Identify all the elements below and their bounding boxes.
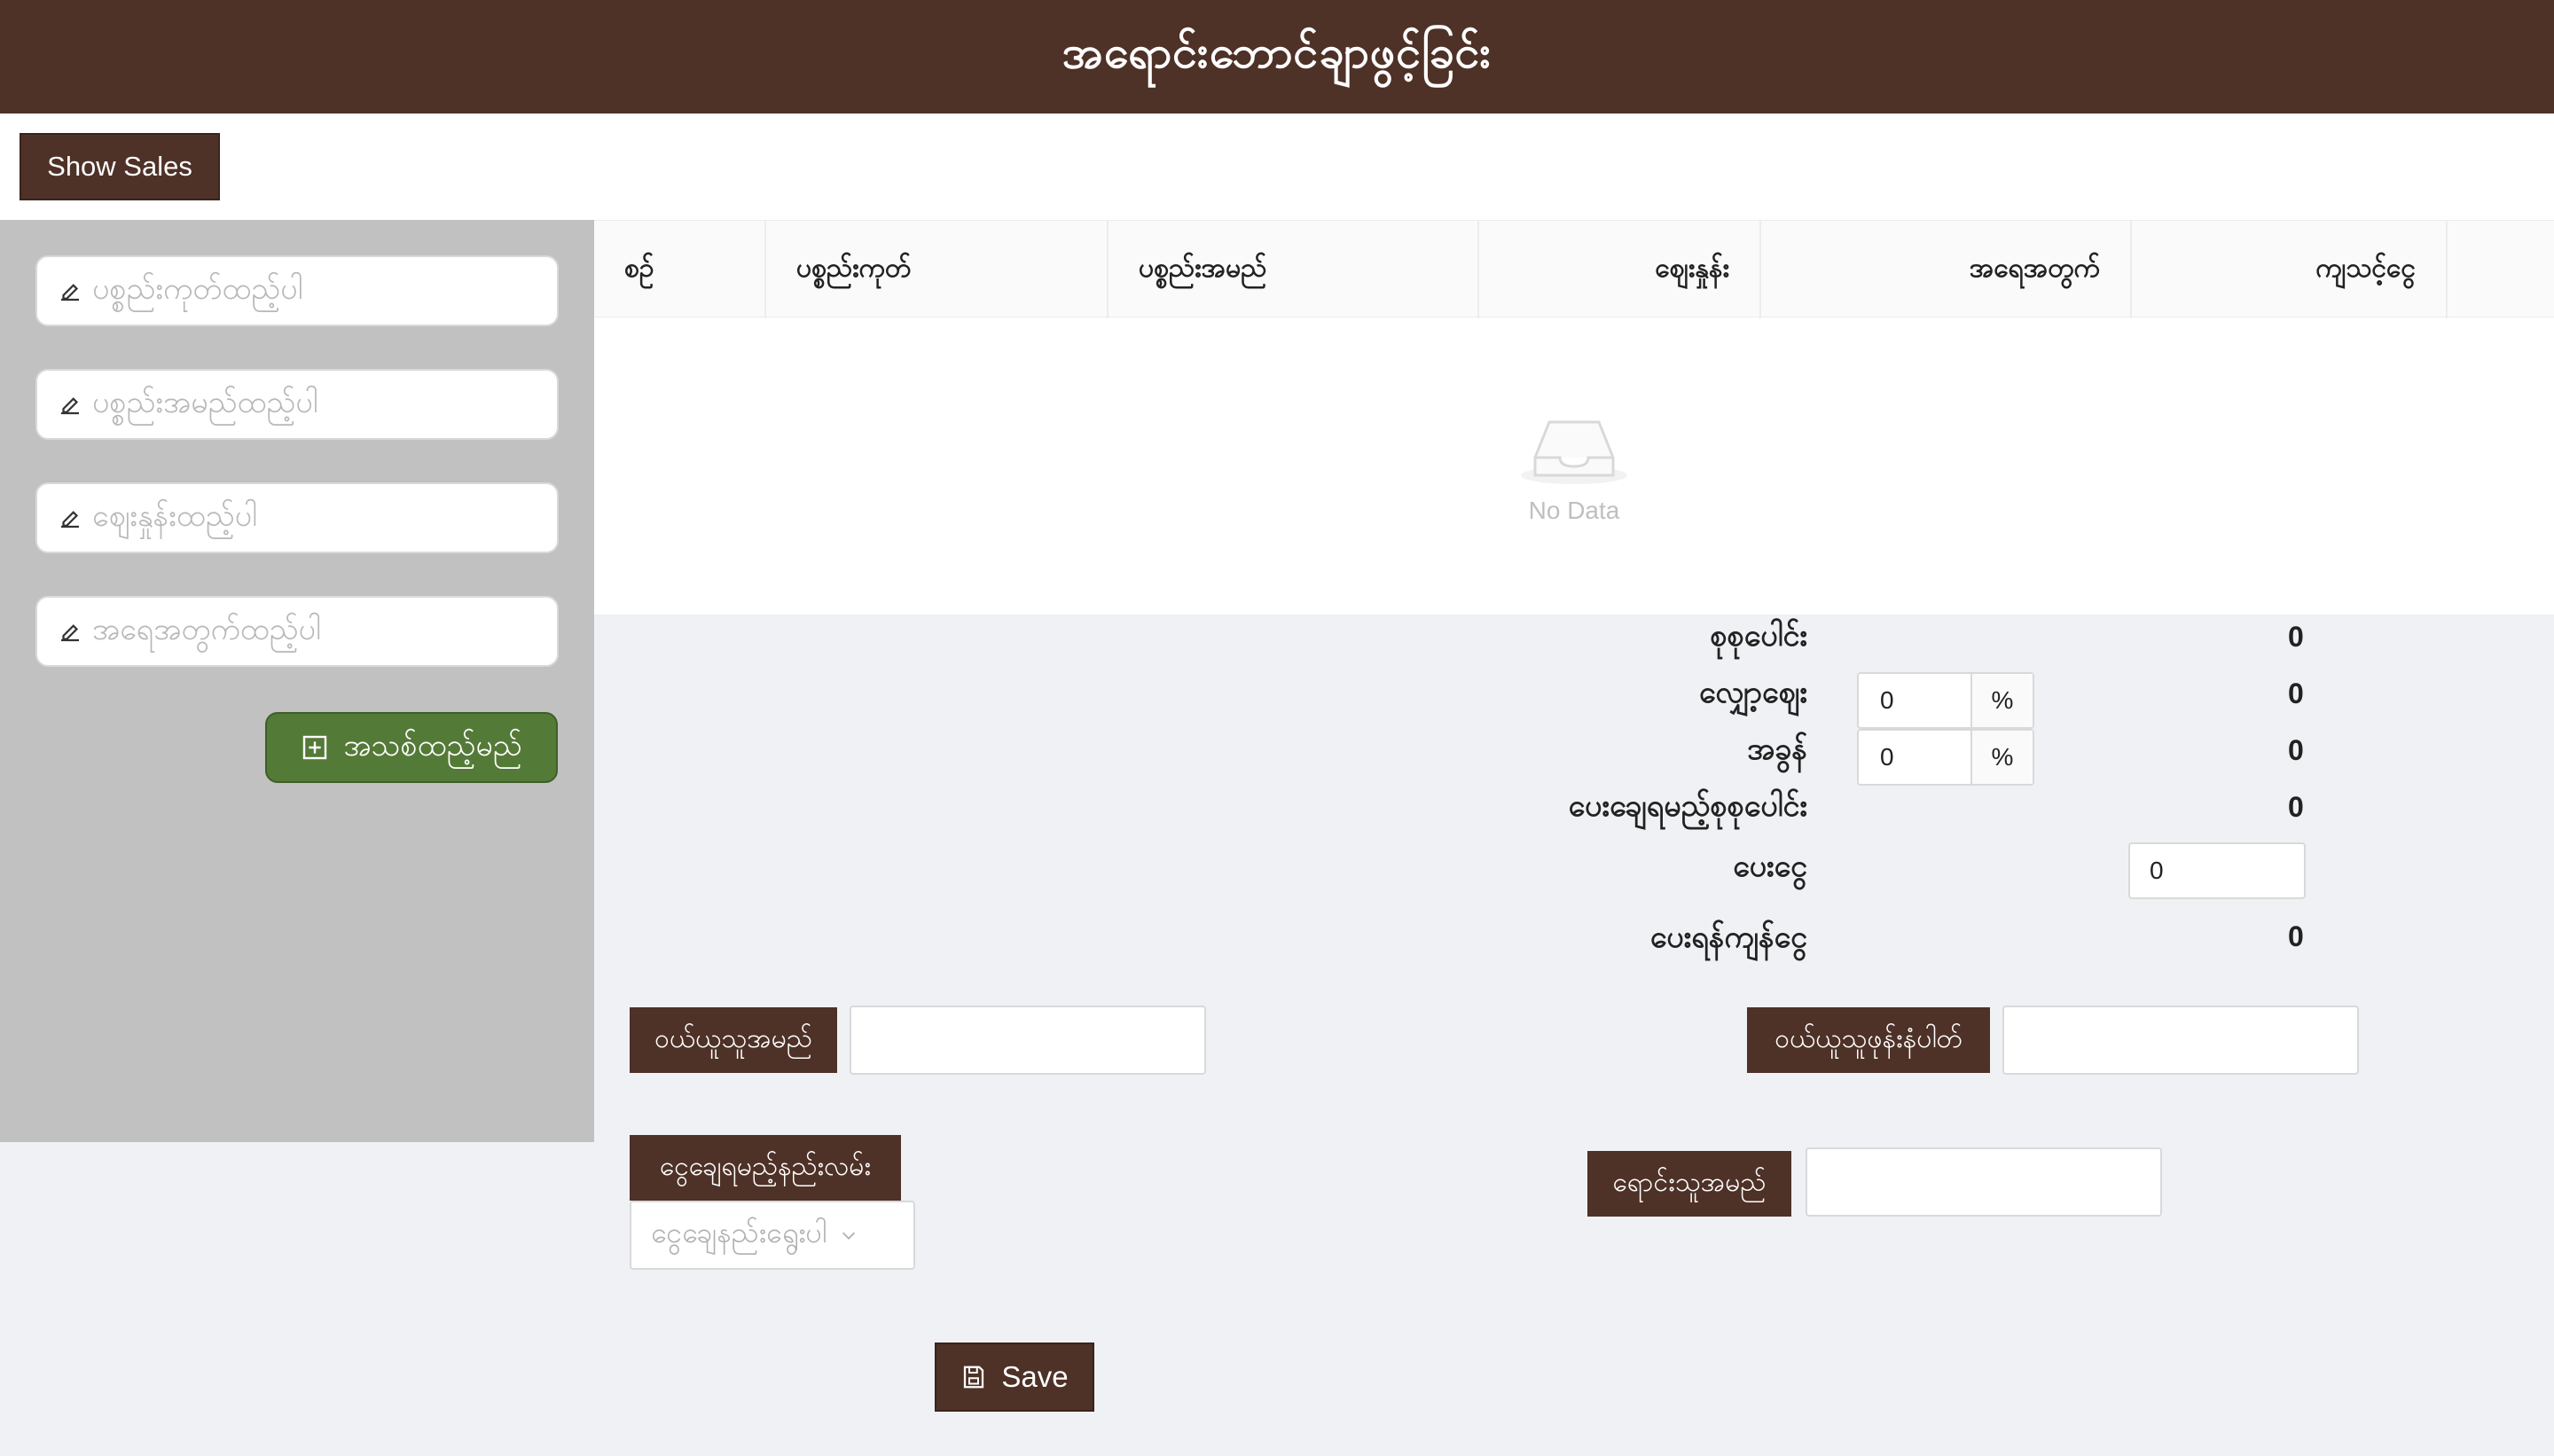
column-header-no: စဥ်: [594, 221, 766, 318]
paid-amount-input[interactable]: 0: [2128, 842, 2306, 899]
paid-label: ပေးငွေ: [1733, 849, 1807, 884]
percent-addon: %: [1972, 674, 2033, 727]
grand-total-label: ပေးချေရမည့်စုစုပေါင်း: [1568, 788, 1807, 824]
item-code-input[interactable]: ပစ္စည်းကုတ်ထည့်ပါ: [35, 255, 559, 326]
tax-label: အခွန်: [1747, 732, 1807, 767]
seller-name-label: ရောင်းသူအမည်: [1587, 1151, 1791, 1217]
discount-value: 0: [2288, 677, 2304, 709]
item-name-input[interactable]: ပစ္စည်းအမည်ထည့်ပါ: [35, 369, 559, 440]
top-bar: Show Sales: [0, 114, 2554, 220]
change-label: ပေးရန်ကျန်ငွေ: [1649, 920, 1807, 955]
column-header-item-name: ပစ္စည်းအမည်: [1109, 221, 1479, 318]
chevron-down-icon: [842, 1232, 856, 1240]
empty-state: No Data: [594, 317, 2554, 614]
discount-label: လျှော့ဈေး: [1698, 675, 1807, 710]
no-data-text: No Data: [1528, 496, 1620, 524]
grand-total-value: 0: [2288, 791, 2304, 823]
payment-method-select[interactable]: ငွေချေနည်းရွေးပါ: [630, 1201, 915, 1270]
column-header-quantity: အရေအတွက်: [1761, 221, 2132, 318]
percent-addon: %: [1972, 731, 2033, 784]
item-entry-sidebar: ပစ္စည်းကုတ်ထည့်ပါ ပစ္စည်းအမည်ထည့်ပါ ဈေးန…: [0, 220, 594, 1142]
items-table: စဥ် ပစ္စည်းကုတ် ပစ္စည်းအမည် ဈေးနှုန်း အရ…: [594, 220, 2554, 614]
total-label: စုစုပေါင်း: [1710, 618, 1807, 654]
price-placeholder: ဈေးနှုန်းထည့်ပါ: [92, 497, 257, 534]
save-icon: [964, 1366, 984, 1389]
save-button[interactable]: Save: [935, 1342, 1094, 1412]
column-header-item-code: ပစ္စည်းကုတ်: [766, 221, 1109, 318]
item-code-placeholder: ပစ္စည်းကုတ်ထည့်ပါ: [92, 270, 303, 307]
discount-input[interactable]: 0: [1859, 674, 1972, 727]
payment-method-placeholder: ငွေချေနည်းရွေးပါ: [651, 1216, 827, 1249]
customer-phone-input[interactable]: [2002, 1006, 2359, 1075]
edit-icon: [61, 511, 79, 528]
customer-name-input[interactable]: [850, 1006, 1206, 1075]
add-item-button[interactable]: အသစ်ထည့်မည်: [265, 712, 558, 783]
item-name-placeholder: ပစ္စည်းအမည်ထည့်ပါ: [92, 384, 318, 420]
discount-input-group[interactable]: 0 %: [1857, 672, 2034, 729]
plus-square-icon: [303, 735, 327, 760]
save-label: Save: [1001, 1360, 1069, 1393]
table-header: စဥ် ပစ္စည်းကုတ် ပစ္စည်းအမည် ဈေးနှုန်း အရ…: [594, 220, 2554, 318]
edit-icon: [61, 397, 79, 415]
app-header: အရောင်းဘောင်ချာဖွင့်ခြင်း: [0, 0, 2554, 114]
column-header-price: ဈေးနှုန်း: [1479, 221, 1761, 318]
empty-inbox-icon: [1521, 420, 1627, 484]
quantity-input[interactable]: အရေအတွက်ထည့်ပါ: [35, 596, 559, 667]
add-item-label: အသစ်ထည့်မည်: [343, 727, 522, 763]
tax-input[interactable]: 0: [1859, 731, 1972, 784]
edit-icon: [61, 624, 79, 642]
price-input[interactable]: ဈေးနှုန်းထည့်ပါ: [35, 482, 559, 553]
tax-value: 0: [2288, 734, 2304, 766]
show-sales-button[interactable]: Show Sales: [20, 133, 220, 200]
payment-method-label: ငွေချေရမည့်နည်းလမ်း: [630, 1135, 901, 1201]
change-value: 0: [2288, 920, 2304, 952]
total-value: 0: [2288, 621, 2304, 653]
customer-phone-label: ဝယ်ယူသူဖုန်းနံပါတ်: [1747, 1007, 1990, 1073]
page-title: အရောင်းဘောင်ချာဖွင့်ခြင်း: [1062, 26, 1492, 78]
tax-input-group[interactable]: 0 %: [1857, 729, 2034, 786]
column-header-amount: ကျသင့်ငွေ: [2132, 221, 2448, 318]
quantity-placeholder: အရေအတွက်ထည့်ပါ: [92, 611, 321, 647]
seller-name-input[interactable]: [1806, 1147, 2162, 1217]
edit-icon: [61, 284, 79, 301]
customer-name-label: ဝယ်ယူသူအမည်: [630, 1007, 837, 1073]
